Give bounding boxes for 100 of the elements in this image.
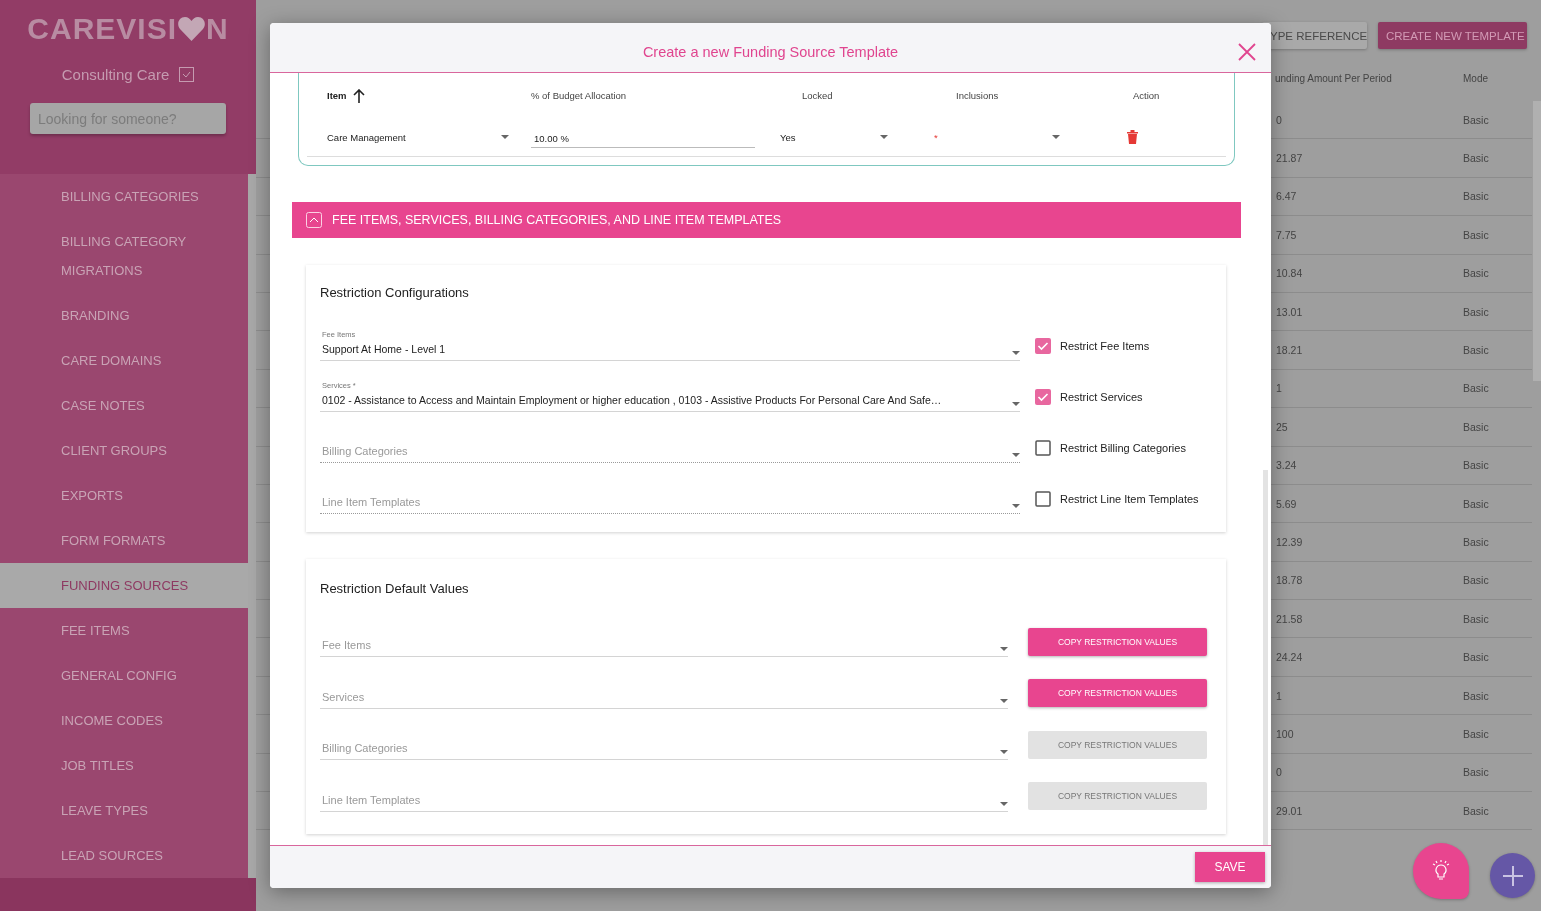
close-icon [1237,42,1257,62]
table-cell-text: 12.39 [1276,536,1304,548]
caret-icon [1012,453,1020,457]
scrollbar[interactable] [248,174,256,879]
table-cell-text: 1 [1276,382,1283,395]
checkbox[interactable] [1035,337,1051,354]
sidebar-item[interactable]: FEE ITEMS [0,608,248,654]
table-cell-text: 25 [1276,420,1289,433]
close-button[interactable] [1237,42,1257,62]
inclusions-select[interactable]: * [934,126,1060,148]
caret-icon [1000,647,1008,652]
allocation-field[interactable]: 10.00 % [531,126,755,148]
table-cell: Basic [1463,766,1489,779]
table-cell: Basic [1463,228,1489,241]
column-header: % of Budget Allocation [531,90,627,101]
table-cell: Basic [1463,344,1489,357]
table-cell: Basic [1463,113,1489,126]
select-field[interactable]: Fee Items [320,626,1008,658]
copy-button[interactable]: COPY RESTRICTION VALUES [1028,627,1207,656]
save-button[interactable]: SAVE [1195,852,1265,882]
table-cell-text: 5.69 [1276,497,1298,510]
sidebar-item[interactable]: LEAD SOURCES [0,833,248,879]
table-cell: Basic [1463,804,1489,817]
collapse-icon[interactable] [306,212,322,228]
table-cell-text: 7.75 [1276,228,1298,241]
sidebar-item[interactable]: LEAVE TYPES [0,788,248,834]
add-button[interactable] [1490,853,1535,898]
card-title: Restriction Default Values [320,581,470,596]
checkbox-label[interactable]: Restrict Services [1060,390,1143,403]
plus-icon [1502,865,1523,886]
table-cell: Basic [1463,497,1489,510]
section-header[interactable]: FEE ITEMS, SERVICES, BILLING CATEGORIES, AND LINE ITEM TEMPLATES [292,202,1241,238]
caret-icon [1012,504,1020,508]
sidebar-item[interactable]: FORM FORMATS [0,518,248,564]
table-cell-text: 21.87 [1276,152,1304,165]
caret-icon [1000,750,1008,755]
table-cell-text: 10.84 [1276,267,1304,280]
lightbulb-button[interactable] [1413,843,1469,899]
copy-button[interactable]: COPY RESTRICTION VALUES [1028,679,1207,708]
table-cell: Basic [1463,727,1489,740]
caret-icon [501,135,509,139]
table-cell-text: 100 [1276,727,1295,740]
caret-icon [1000,698,1008,703]
table-cell-text: 6.47 [1276,190,1298,203]
caret-icon [1000,801,1008,806]
caret-icon [1012,351,1020,355]
table-cell: Basic [1463,382,1489,395]
table-cell-text: 0 [1276,113,1283,126]
sidebar-item[interactable]: FUNDING SOURCES [0,563,248,609]
sidebar-item[interactable]: CASE NOTES [0,383,248,429]
sidebar-item[interactable]: CARE DOMAINS [0,338,248,384]
header-button[interactable]: YPE REFERENCE [1262,22,1367,49]
table-cell-text: 3.24 [1276,459,1298,472]
table-cell-text: 1 [1276,689,1283,702]
header-button[interactable]: CREATE NEW TEMPLATE [1378,22,1527,49]
trash-icon[interactable] [1127,130,1138,144]
checkbox-label[interactable]: Restrict Fee Items [1060,339,1150,352]
table-cell: Basic [1463,574,1489,587]
table-cell: Basic [1463,152,1489,165]
lightbulb-icon [1431,860,1451,882]
caret-icon [1052,135,1060,139]
scrollbar[interactable] [1533,101,1541,381]
table-cell: Basic [1463,689,1489,702]
scrollbar[interactable] [1263,470,1268,845]
item-select[interactable]: Care Management [327,126,509,148]
column-header: unding Amount Per Period [1275,72,1393,84]
sidebar-item[interactable]: BILLING CATEGORY MIGRATIONS [0,219,248,294]
column-header: Mode [1463,72,1488,84]
heart-icon [178,17,205,41]
column-header: Inclusions [956,90,999,101]
table-cell-text: 21.58 [1276,612,1304,625]
column-header[interactable]: Item [327,90,347,101]
sidebar-item[interactable]: CLIENT GROUPS [0,428,248,474]
locked-select[interactable]: Yes [780,126,888,148]
sidebar-item[interactable]: GENERAL CONFIG [0,653,248,699]
dropdown-icon[interactable] [179,67,195,82]
table-cell: Basic [1463,420,1489,433]
column-header: Locked [802,90,833,101]
table-cell-text: 13.01 [1276,305,1304,318]
sidebar-item[interactable]: EXPORTS [0,473,248,519]
table-cell: Basic [1463,190,1489,203]
logo-text: CAREVISI [27,12,177,46]
table-cell: Basic [1463,305,1489,318]
select-field[interactable]: Services [320,677,1008,709]
table-cell-text: 29.01 [1276,804,1304,817]
table-cell: Basic [1463,536,1489,548]
table-cell-text: 18.78 [1276,574,1304,587]
table-cell-text: 0 [1276,766,1283,779]
sidebar-item[interactable]: BRANDING [0,293,248,339]
arrow-up-icon[interactable] [352,88,365,103]
dialog-title: Create a new Funding Source Template [642,43,899,60]
sidebar-item[interactable]: BILLING CATEGORIES [0,174,248,220]
caret-icon [1012,402,1020,406]
checkbox[interactable] [1035,388,1051,405]
card-title: Restriction Configurations [320,285,470,300]
caret-icon [880,135,888,139]
sidebar-item[interactable]: INCOME CODES [0,698,248,744]
sidebar-item[interactable]: JOB TITLES [0,743,248,789]
column-header: Action [1133,90,1160,101]
table-cell-text: 24.24 [1276,651,1304,664]
